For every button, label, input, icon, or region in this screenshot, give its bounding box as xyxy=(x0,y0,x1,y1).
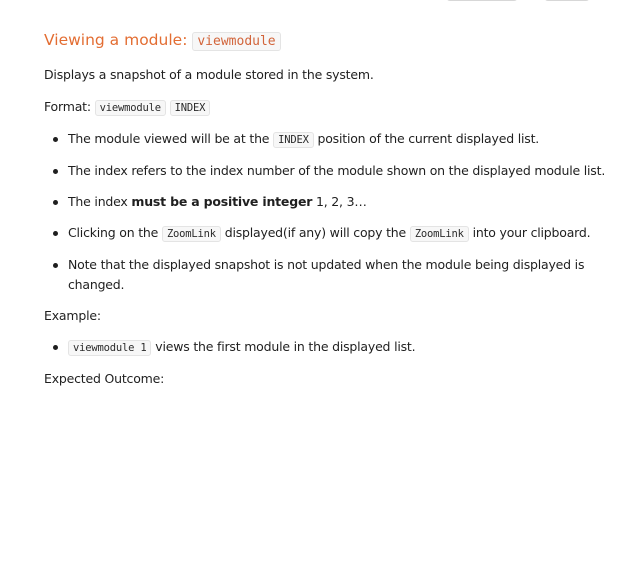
note-text: displayed(if any) will copy the xyxy=(224,225,407,240)
note-text: position of the current displayed list. xyxy=(317,131,540,146)
note-item-index-position: The module viewed will be at the INDEX p… xyxy=(53,129,624,150)
index-code: INDEX xyxy=(273,132,314,148)
notes-list: The module viewed will be at the INDEX p… xyxy=(44,129,624,295)
top-edge-controls xyxy=(0,0,638,2)
top-button-partial-right[interactable] xyxy=(544,0,590,1)
format-line: Format: viewmodule INDEX xyxy=(44,97,624,118)
format-label: Format: xyxy=(44,99,91,114)
note-text: The index xyxy=(68,194,128,209)
note-text: 1, 2, 3… xyxy=(315,194,367,209)
example-item: viewmodule 1 views the first module in t… xyxy=(53,337,624,358)
example-label: Example: xyxy=(44,308,101,323)
note-text: The module viewed will be at the xyxy=(68,131,270,146)
section-heading: Viewing a module: viewmodule xyxy=(44,28,624,54)
note-text: Note that the displayed snapshot is not … xyxy=(68,257,585,292)
example-command-code: viewmodule 1 xyxy=(68,340,152,356)
note-item-zoomlink: Clicking on the ZoomLink displayed(if an… xyxy=(53,223,624,244)
example-text: views the first module in the displayed … xyxy=(155,339,416,354)
heading-text: Viewing a module: xyxy=(44,31,188,49)
note-item-index-meaning: The index refers to the index number of … xyxy=(53,161,624,181)
format-command-code: viewmodule xyxy=(94,100,166,116)
zoomlink-code: ZoomLink xyxy=(161,226,221,242)
note-item-positive-integer: The index must be a positive integer 1, … xyxy=(53,192,624,212)
zoomlink-code: ZoomLink xyxy=(409,226,469,242)
doc-section: Viewing a module: viewmodule Displays a … xyxy=(44,28,624,389)
expected-outcome-label: Expected Outcome: xyxy=(44,371,165,386)
heading-command-code: viewmodule xyxy=(192,32,281,51)
description-paragraph: Displays a snapshot of a module stored i… xyxy=(44,67,374,82)
note-text: into your clipboard. xyxy=(472,225,591,240)
note-text: The index refers to the index number of … xyxy=(68,163,606,178)
note-bold-text: must be a positive integer xyxy=(131,194,313,209)
note-item-snapshot-not-updated: Note that the displayed snapshot is not … xyxy=(53,255,624,295)
format-param-code: INDEX xyxy=(169,100,211,116)
top-button-partial-left[interactable] xyxy=(446,0,518,1)
note-text: Clicking on the xyxy=(68,225,159,240)
example-list: viewmodule 1 views the first module in t… xyxy=(44,337,624,358)
